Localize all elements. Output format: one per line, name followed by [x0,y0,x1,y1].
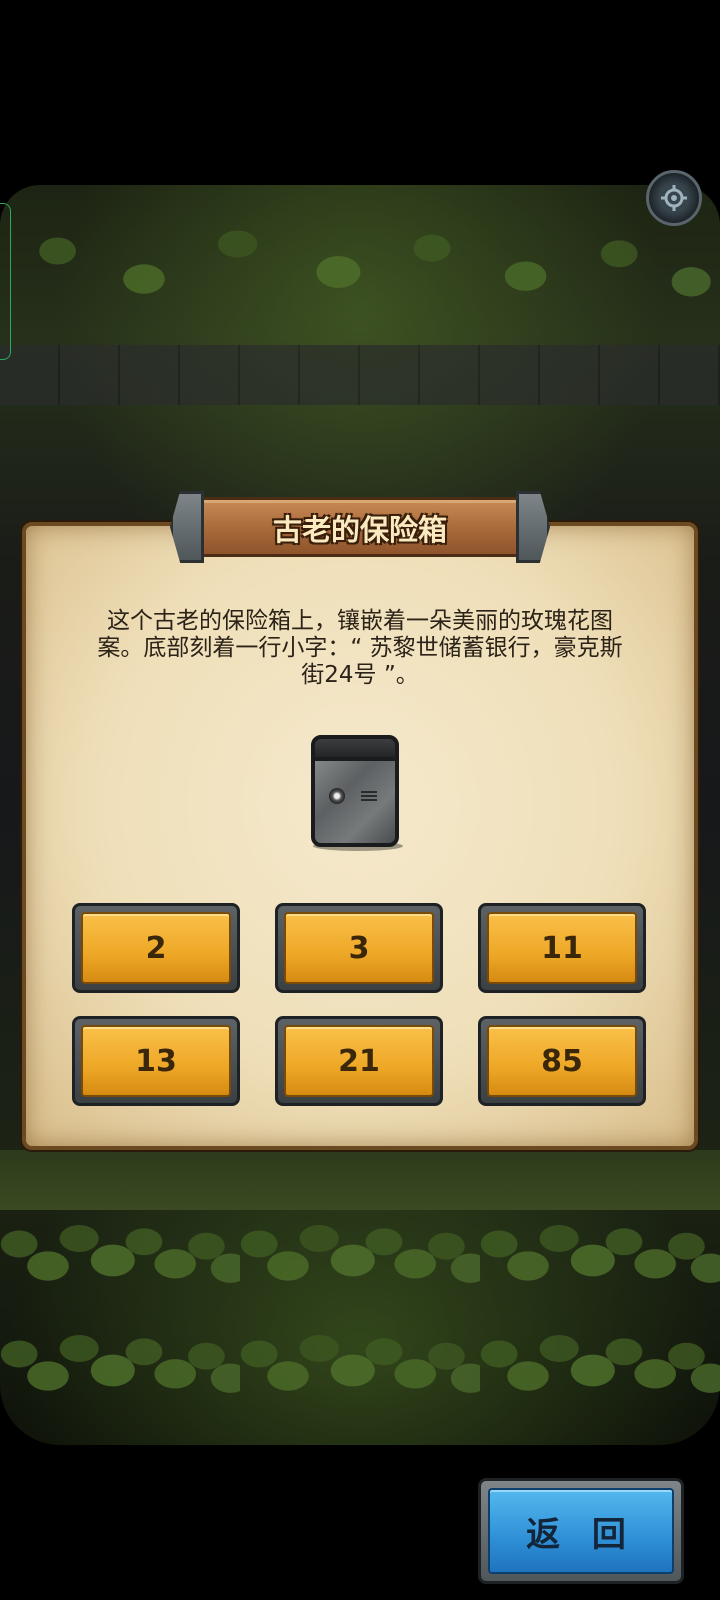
stone-wall [0,345,720,405]
top-foliage [0,195,720,335]
side-drawer-tab[interactable] [0,203,11,360]
back-button-label: 返 回 [488,1488,674,1574]
option-button[interactable]: 85 [478,1016,646,1106]
option-label: 13 [81,1025,231,1097]
bottom-foliage [0,1200,720,1420]
gear-icon [661,185,687,211]
back-button[interactable]: 返 回 [478,1478,684,1584]
option-label: 11 [487,912,637,984]
option-label: 2 [81,912,231,984]
safe-dial [329,788,345,804]
settings-button[interactable] [646,170,702,226]
option-button[interactable]: 3 [275,903,443,993]
option-label: 3 [284,912,434,984]
safe-icon [307,733,407,851]
option-button[interactable]: 21 [275,1016,443,1106]
option-label: 85 [487,1025,637,1097]
dialog-title-banner: 古老的保险箱 [170,491,550,563]
option-label: 21 [284,1025,434,1097]
option-button[interactable]: 11 [478,903,646,993]
dialog-title: 古老的保险箱 [272,513,447,547]
option-button[interactable]: 13 [72,1016,240,1106]
option-button[interactable]: 2 [72,903,240,993]
item-description: 这个古老的保险箱上，镶嵌着一朵美丽的玫瑰花图案。底部刻着一行小字：“ 苏黎世储蓄… [97,608,623,688]
